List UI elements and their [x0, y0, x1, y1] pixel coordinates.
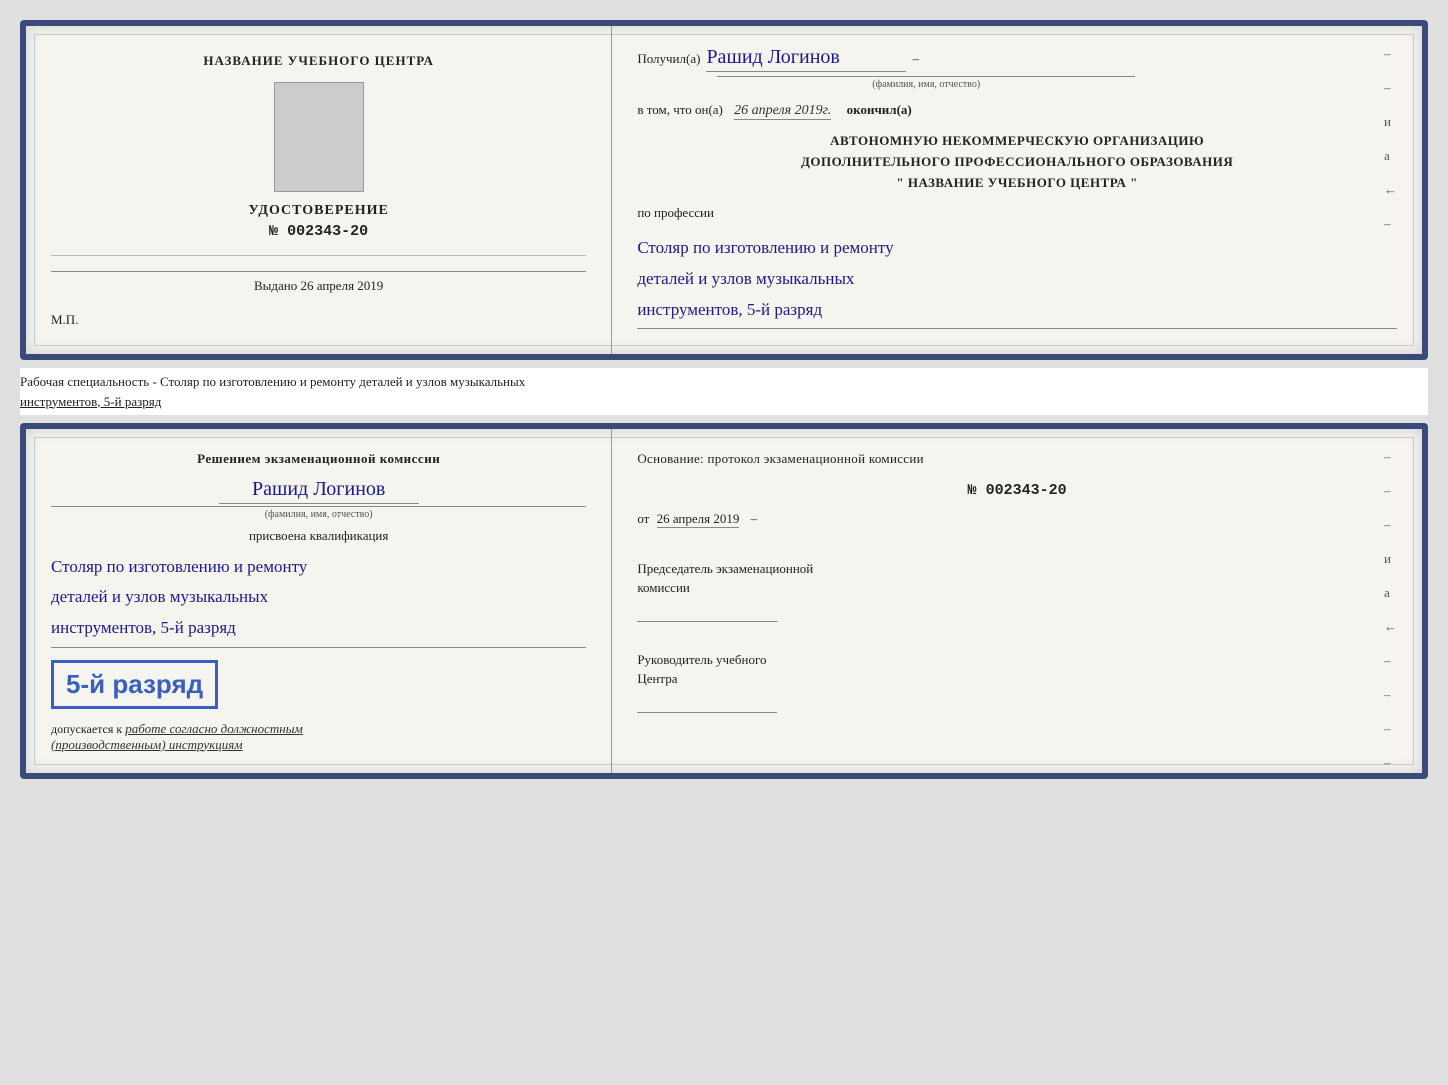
edge-dash2: – — [1384, 80, 1397, 96]
document-card-2: Решением экзаменационной комиссии Рашид … — [20, 423, 1428, 779]
doc2-ot-date: от 26 апреля 2019 – — [637, 511, 1397, 527]
doc2-resheniem: Решением экзаменационной комиссии — [51, 449, 586, 470]
doc1-separator1 — [51, 255, 586, 256]
doc1-right-panel: Получил(а) Рашид Логинов – (фамилия, имя… — [612, 26, 1422, 354]
doc2-prof-line3: инструментов, 5-й разряд — [51, 613, 586, 644]
doc1-vydano: Выдано 26 апреля 2019 — [51, 271, 586, 294]
doc2-rukovoditel-block: Руководитель учебного Центра — [637, 650, 1397, 713]
ot-date-value: 26 апреля 2019 — [657, 511, 740, 528]
edge-char-i: и — [1384, 114, 1397, 130]
doc2-dopuskaetsya-block: допускается к работе согласно должностны… — [51, 721, 303, 753]
doc1-mp: М.П. — [51, 312, 78, 328]
doc1-photo — [274, 82, 364, 192]
edge2-dash7: – — [1384, 755, 1397, 771]
doc1-org-block: АВТОНОМНУЮ НЕКОММЕРЧЕСКУЮ ОРГАНИЗАЦИЮ ДО… — [637, 131, 1397, 193]
poluchil-label: Получил(а) — [637, 51, 700, 67]
doc2-profession: Столяр по изготовлению и ремонту деталей… — [51, 552, 586, 648]
edge-dash3: – — [1384, 216, 1397, 232]
doc1-dash1: – — [912, 51, 919, 67]
edge2-dash5: – — [1384, 687, 1397, 703]
between-text1: Рабочая специальность - Столяр по изгото… — [20, 374, 525, 389]
ot-label: от — [637, 511, 649, 526]
page-container: НАЗВАНИЕ УЧЕБНОГО ЦЕНТРА УДОСТОВЕРЕНИЕ №… — [10, 10, 1438, 789]
okonchil-label: окончил(а) — [847, 102, 912, 117]
rukovoditel-signature-line — [637, 695, 777, 713]
prof-line1: Столяр по изготовлению и ремонту — [637, 233, 1397, 264]
between-text2: инструментов, 5-й разряд — [20, 394, 161, 409]
vydano-date: 26 апреля 2019 — [301, 278, 384, 293]
dopuskaetsya-label: допускается к — [51, 722, 122, 736]
edge2-dash6: – — [1384, 721, 1397, 737]
doc1-cert-number: № 002343-20 — [248, 223, 388, 240]
doc2-right-edge: – – – и а ← – – – – — [1384, 449, 1397, 771]
doc1-po-professii: по профессии — [637, 205, 1397, 221]
prof-line2: деталей и узлов музыкальных — [637, 264, 1397, 295]
doc1-cert-title: УДОСТОВЕРЕНИЕ — [248, 203, 388, 219]
doc2-dash-r: – — [751, 511, 758, 526]
centra-label: Центра — [637, 669, 1397, 689]
doc1-center-title: НАЗВАНИЕ УЧЕБНОГО ЦЕНТРА — [203, 51, 434, 71]
predsedatel-signature-line — [637, 604, 777, 622]
vydano-label: Выдано — [254, 278, 297, 293]
doc2-right-panel: Основание: протокол экзаменационной коми… — [612, 429, 1422, 773]
doc1-profession: Столяр по изготовлению и ремонту деталей… — [637, 233, 1397, 329]
vtom-label: в том, что он(а) — [637, 102, 723, 117]
between-label: Рабочая специальность - Столяр по изгото… — [20, 368, 1428, 415]
rukovoditel-label: Руководитель учебного — [637, 650, 1397, 670]
edge-char-a: а — [1384, 148, 1397, 164]
doc2-razryad-badge: 5-й разряд — [51, 660, 218, 709]
dopuskaetsya-value: работе согласно должностным — [125, 721, 303, 736]
komissii-label: комиссии — [637, 578, 1397, 598]
edge2-dash1: – — [1384, 449, 1397, 465]
doc2-name-subtext: (фамилия, имя, отчество) — [51, 506, 586, 520]
doc2-recipient-name: Рашид Логинов — [219, 478, 419, 504]
edge2-dash3: – — [1384, 517, 1397, 533]
doc1-left-panel: НАЗВАНИЕ УЧЕБНОГО ЦЕНТРА УДОСТОВЕРЕНИЕ №… — [26, 26, 612, 354]
doc1-cert-block: УДОСТОВЕРЕНИЕ № 002343-20 — [248, 203, 388, 240]
edge2-dash4: – — [1384, 653, 1397, 669]
doc2-left-panel: Решением экзаменационной комиссии Рашид … — [26, 429, 612, 773]
doc2-prof-line1: Столяр по изготовлению и ремонту — [51, 552, 586, 583]
edge2-char-i: и — [1384, 551, 1397, 567]
dopuskaetsya-value2: (производственным) инструкциям — [51, 737, 243, 752]
doc2-name-block: Рашид Логинов (фамилия, имя, отчество) — [51, 478, 586, 520]
doc2-prisvoena: присвоена квалификация — [51, 528, 586, 544]
doc2-prof-line2: деталей и узлов музыкальных — [51, 582, 586, 613]
doc1-name-subtext: (фамилия, имя, отчество) — [717, 76, 1135, 90]
prof-line3: инструментов, 5-й разряд — [637, 295, 1397, 326]
edge-dash1: – — [1384, 46, 1397, 62]
org-line2: ДОПОЛНИТЕЛЬНОГО ПРОФЕССИОНАЛЬНОГО ОБРАЗО… — [637, 152, 1397, 173]
doc1-poluchil-line: Получил(а) Рашид Логинов – — [637, 46, 1397, 72]
doc1-recipient-name: Рашид Логинов — [706, 46, 906, 72]
doc2-razryad-text: 5-й разряд — [66, 669, 203, 699]
edge2-dash2: – — [1384, 483, 1397, 499]
org-line3: " НАЗВАНИЕ УЧЕБНОГО ЦЕНТРА " — [637, 173, 1397, 194]
edge2-char-a: а — [1384, 585, 1397, 601]
doc2-protokol-number: № 002343-20 — [637, 482, 1397, 499]
doc1-vtom-line: в том, что он(а) 26 апреля 2019г. окончи… — [637, 102, 1397, 119]
edge-arrow: ← — [1384, 182, 1397, 198]
org-line1: АВТОНОМНУЮ НЕКОММЕРЧЕСКУЮ ОРГАНИЗАЦИЮ — [637, 131, 1397, 152]
predsedatel-label: Председатель экзаменационной — [637, 559, 1397, 579]
doc2-osnovanie: Основание: протокол экзаменационной коми… — [637, 449, 1397, 470]
doc2-predsedatel-block: Председатель экзаменационной комиссии — [637, 559, 1397, 622]
doc1-completion-date: 26 апреля 2019г. — [734, 103, 831, 120]
document-card-1: НАЗВАНИЕ УЧЕБНОГО ЦЕНТРА УДОСТОВЕРЕНИЕ №… — [20, 20, 1428, 360]
doc1-right-edge: – – и а ← – — [1384, 46, 1397, 232]
edge2-arrow: ← — [1384, 619, 1397, 635]
